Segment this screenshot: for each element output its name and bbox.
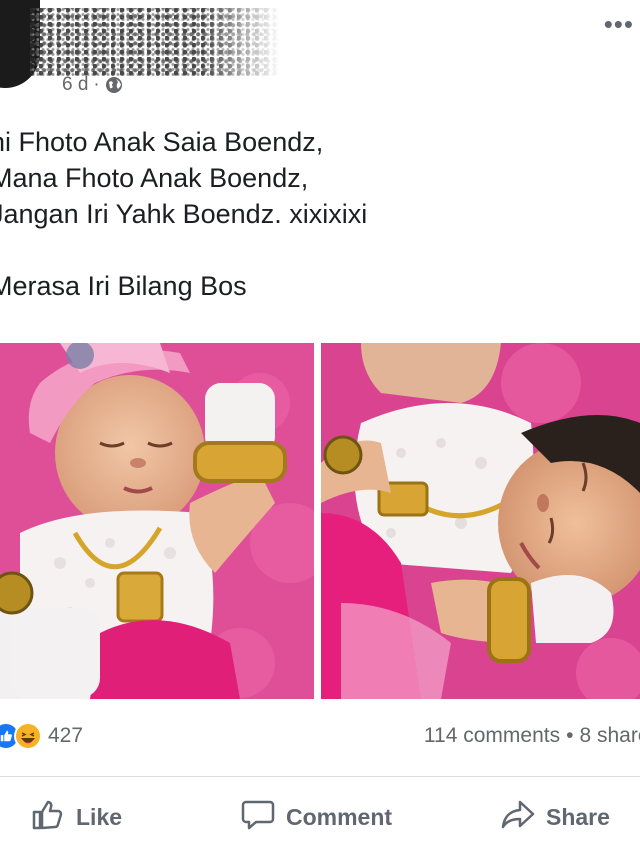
baby-photo-right[interactable] (321, 343, 640, 699)
share-button[interactable]: Share (500, 790, 610, 844)
comment-button[interactable]: Comment (240, 790, 392, 844)
meta-separator: · (93, 74, 100, 95)
comment-bubble-icon (240, 796, 276, 838)
post-header: 6 d · ••• (0, 0, 640, 110)
post-text-line: ni Fhoto Anak Saia Boendz, (0, 127, 324, 157)
reactions-summary[interactable]: 427 (0, 722, 83, 750)
thumbs-up-icon (30, 796, 66, 838)
comment-label: Comment (286, 803, 393, 830)
post-text-line: Merasa Iri Bilang Bos (0, 271, 247, 301)
author-name-redacted[interactable] (30, 8, 280, 76)
post-time[interactable]: 6 d (62, 74, 88, 96)
action-bar: Like Comment Share (0, 790, 640, 844)
shares-count[interactable]: 8 shares (579, 724, 640, 748)
haha-icon (14, 722, 42, 750)
more-options-button[interactable]: ••• (604, 11, 634, 37)
share-arrow-icon (500, 796, 536, 838)
share-label: Share (546, 803, 610, 830)
comments-share-summary: 114 comments • 8 shares (424, 724, 640, 748)
post-text-line: Mana Fhoto Anak Boendz, (0, 163, 309, 193)
comments-count[interactable]: 114 comments (424, 724, 560, 748)
post-text: ni Fhoto Anak Saia Boendz, Mana Fhoto An… (0, 124, 640, 304)
reaction-count: 427 (48, 724, 84, 747)
globe-icon (105, 76, 123, 94)
baby-photo-left[interactable] (0, 343, 314, 699)
post-meta: 6 d · (62, 74, 123, 96)
divider (0, 776, 640, 777)
post-text-line: Jangan Iri Yahk Boendz. xixixixi (0, 199, 368, 229)
like-button[interactable]: Like (30, 790, 122, 844)
stats-separator: • (566, 724, 574, 747)
like-label: Like (76, 803, 123, 830)
